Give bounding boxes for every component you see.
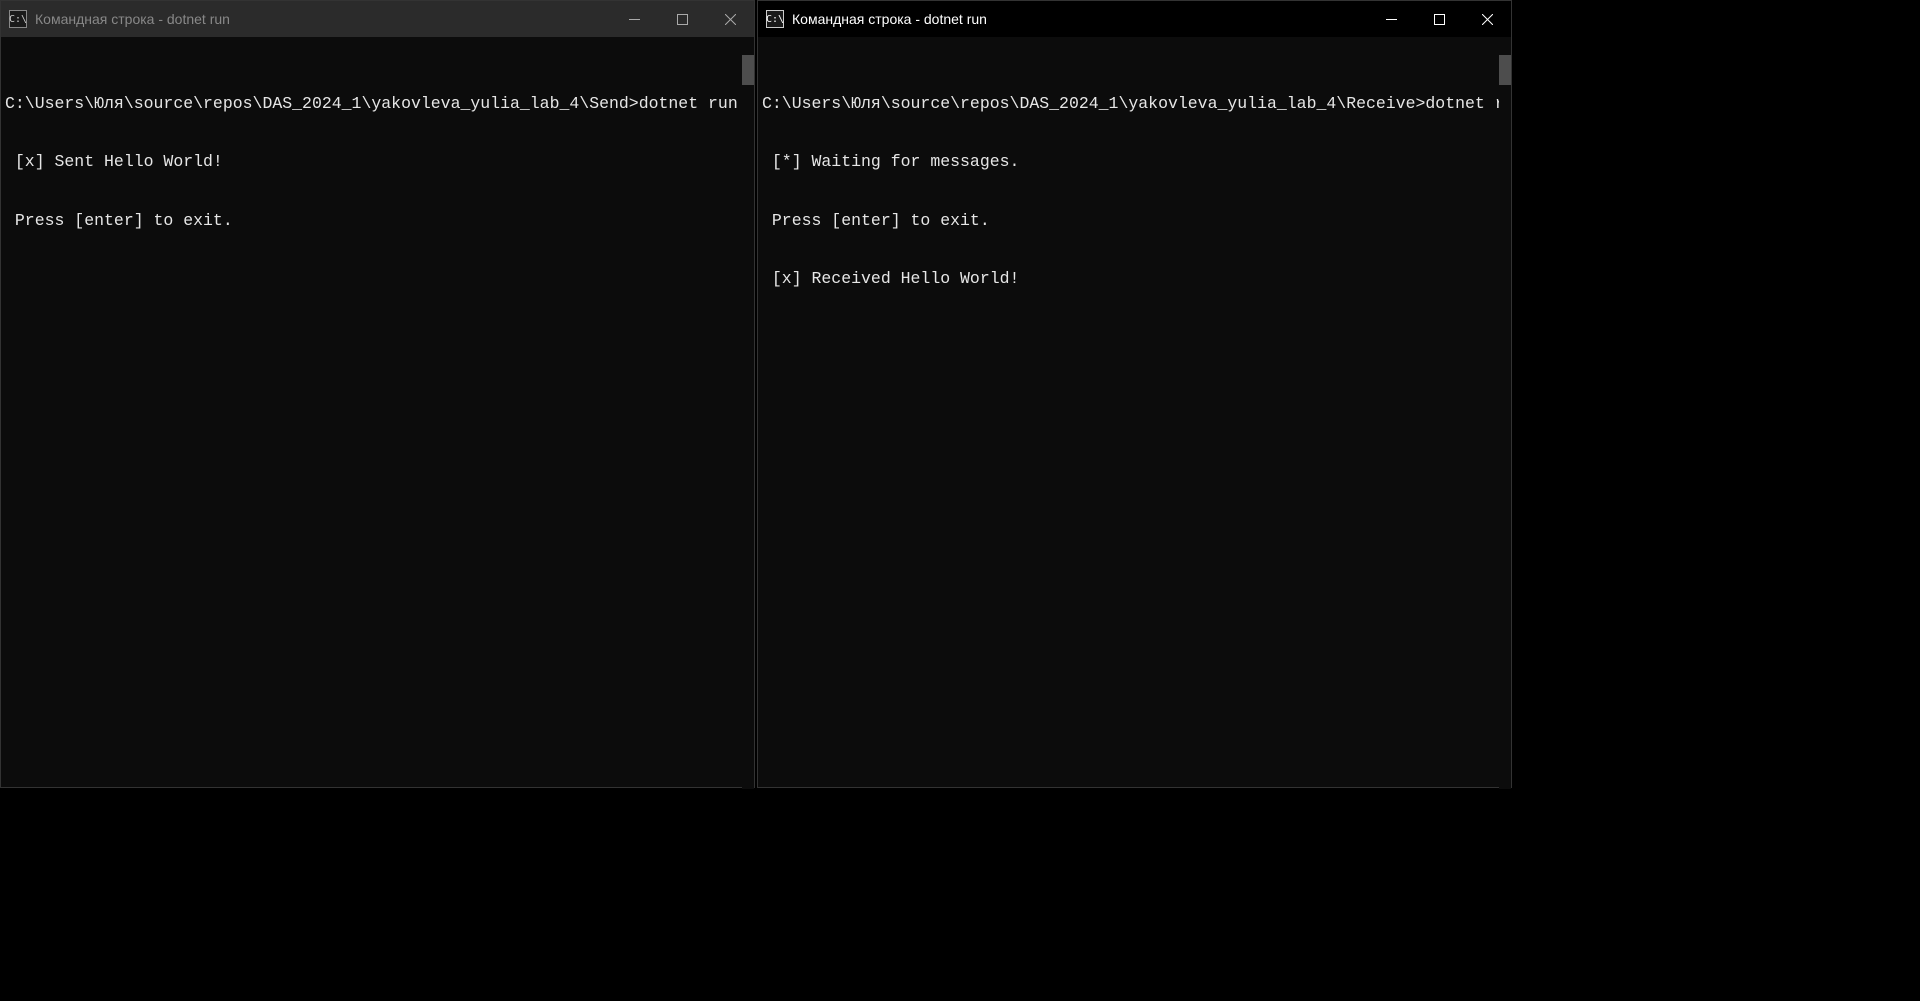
close-icon xyxy=(725,14,736,25)
terminal-line: C:\Users\Юля\source\repos\DAS_2024_1\yak… xyxy=(5,94,754,113)
terminal-line: [*] Waiting for messages. xyxy=(762,152,1511,171)
maximize-icon xyxy=(677,14,688,25)
cmd-icon: C:\ xyxy=(9,10,27,28)
minimize-button[interactable] xyxy=(610,1,658,37)
close-button[interactable] xyxy=(706,1,754,37)
window-controls xyxy=(1367,1,1511,37)
minimize-icon xyxy=(629,14,640,25)
terminal-line: C:\Users\Юля\source\repos\DAS_2024_1\yak… xyxy=(762,94,1511,113)
terminal-line: [x] Received Hello World! xyxy=(762,269,1511,288)
terminal-line: [x] Sent Hello World! xyxy=(5,152,754,171)
window-title: Командная строка - dotnet run xyxy=(792,11,1367,27)
maximize-button[interactable] xyxy=(658,1,706,37)
minimize-icon xyxy=(1386,14,1397,25)
maximize-button[interactable] xyxy=(1415,1,1463,37)
terminal-output[interactable]: C:\Users\Юля\source\repos\DAS_2024_1\yak… xyxy=(758,37,1511,787)
terminal-window-left: C:\ Командная строка - dotnet run C:\Use… xyxy=(0,0,755,788)
terminal-window-right: C:\ Командная строка - dotnet run C:\Use… xyxy=(757,0,1512,788)
maximize-icon xyxy=(1434,14,1445,25)
titlebar[interactable]: C:\ Командная строка - dotnet run xyxy=(758,1,1511,37)
cmd-icon: C:\ xyxy=(766,10,784,28)
scrollbar-thumb[interactable] xyxy=(742,55,754,85)
titlebar[interactable]: C:\ Командная строка - dotnet run xyxy=(1,1,754,37)
close-icon xyxy=(1482,14,1493,25)
scrollbar[interactable] xyxy=(1499,37,1511,789)
terminal-line: Press [enter] to exit. xyxy=(5,211,754,230)
window-controls xyxy=(610,1,754,37)
terminal-line: Press [enter] to exit. xyxy=(762,211,1511,230)
scrollbar[interactable] xyxy=(742,37,754,789)
window-title: Командная строка - dotnet run xyxy=(35,11,610,27)
minimize-button[interactable] xyxy=(1367,1,1415,37)
scrollbar-thumb[interactable] xyxy=(1499,55,1511,85)
close-button[interactable] xyxy=(1463,1,1511,37)
terminal-output[interactable]: C:\Users\Юля\source\repos\DAS_2024_1\yak… xyxy=(1,37,754,787)
